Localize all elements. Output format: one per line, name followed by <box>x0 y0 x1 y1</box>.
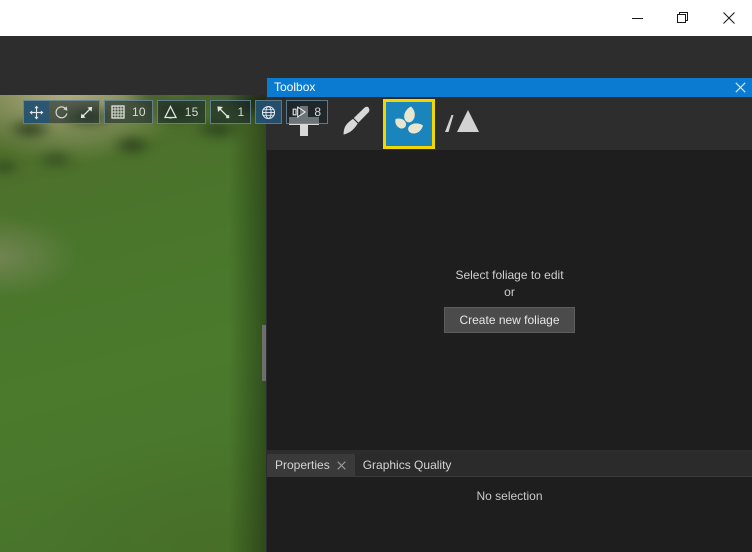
angle-snap-group: 15 <box>156 100 206 124</box>
camera-speed-group: 8 <box>286 100 329 124</box>
move-tool-icon <box>29 105 44 120</box>
rotate-tool-icon <box>54 105 69 120</box>
move-tool-button[interactable] <box>24 101 49 123</box>
tab-graphics-quality-label: Graphics Quality <box>362 458 452 472</box>
scale-tool-icon <box>79 105 94 120</box>
foliage-empty-state: Select foliage to edit or <box>455 267 563 301</box>
paint-tool-button[interactable] <box>331 100 381 148</box>
toolbox-panel: Toolbox Select foliage to edit or Create… <box>267 78 752 450</box>
empty-state-line-2: or <box>504 285 515 299</box>
toolbox-title: Toolbox <box>274 80 316 94</box>
viewport-toolbar: 10 15 1 8 <box>23 100 329 126</box>
scale-snap-group: 1 <box>209 100 252 124</box>
grid-snap-button[interactable] <box>105 101 130 123</box>
scale-snap-icon <box>216 105 230 119</box>
coordinate-space-group <box>255 100 283 124</box>
angle-snap-value: 15 <box>184 105 199 119</box>
properties-empty-text: No selection <box>476 489 543 503</box>
toolbox-close-icon[interactable] <box>732 79 748 96</box>
tab-graphics-quality[interactable]: Graphics Quality <box>355 454 460 476</box>
viewport-scrollbar[interactable] <box>262 325 266 381</box>
properties-panel: Properties Graphics Quality No selection <box>267 454 752 552</box>
scale-snap-value: 1 <box>237 105 245 119</box>
world-space-button[interactable] <box>256 101 282 123</box>
angle-snap-icon <box>163 105 178 119</box>
camera-speed-icon <box>292 105 308 119</box>
rotate-tool-button[interactable] <box>49 101 74 123</box>
scale-snap-button[interactable] <box>211 101 236 123</box>
editor-window: 10 15 1 8 Toolbox Select foliage to edit… <box>0 0 752 552</box>
globe-world-space-icon <box>261 105 276 120</box>
empty-state-line-1: Select foliage to edit <box>455 268 564 282</box>
angle-snap-button[interactable] <box>158 101 183 123</box>
grid-snap-icon <box>110 105 125 119</box>
close-button[interactable] <box>706 0 752 36</box>
grid-snap-value: 10 <box>132 105 146 119</box>
properties-content: No selection <box>267 477 752 552</box>
tab-properties-close-icon[interactable] <box>336 460 347 471</box>
transform-tool-group <box>23 100 100 124</box>
minimize-button[interactable] <box>614 0 660 36</box>
toolbox-tool-strip <box>267 97 752 151</box>
tab-properties[interactable]: Properties <box>267 454 355 476</box>
camera-speed-value: 8 <box>314 105 322 119</box>
terrain-tool-button[interactable] <box>437 100 487 148</box>
foliage-leaf-icon <box>392 104 426 143</box>
window-title-bar <box>0 0 752 36</box>
vegetation-render <box>0 95 266 355</box>
scale-tool-button[interactable] <box>74 101 99 123</box>
tab-properties-label: Properties <box>275 458 330 472</box>
restore-button[interactable] <box>660 0 706 36</box>
3d-viewport[interactable] <box>0 95 266 552</box>
properties-tab-bar: Properties Graphics Quality <box>267 454 752 477</box>
create-new-foliage-button[interactable]: Create new foliage <box>444 307 575 333</box>
toolbox-content: Select foliage to edit or Create new fol… <box>267 150 752 450</box>
grid-snap-group: 10 <box>104 100 153 124</box>
foliage-tool-button[interactable] <box>383 98 435 149</box>
toolbox-header: Toolbox <box>267 78 752 97</box>
terrain-mountain-icon <box>444 105 480 142</box>
paintbrush-icon <box>338 103 374 144</box>
camera-speed-button[interactable] <box>287 101 312 123</box>
